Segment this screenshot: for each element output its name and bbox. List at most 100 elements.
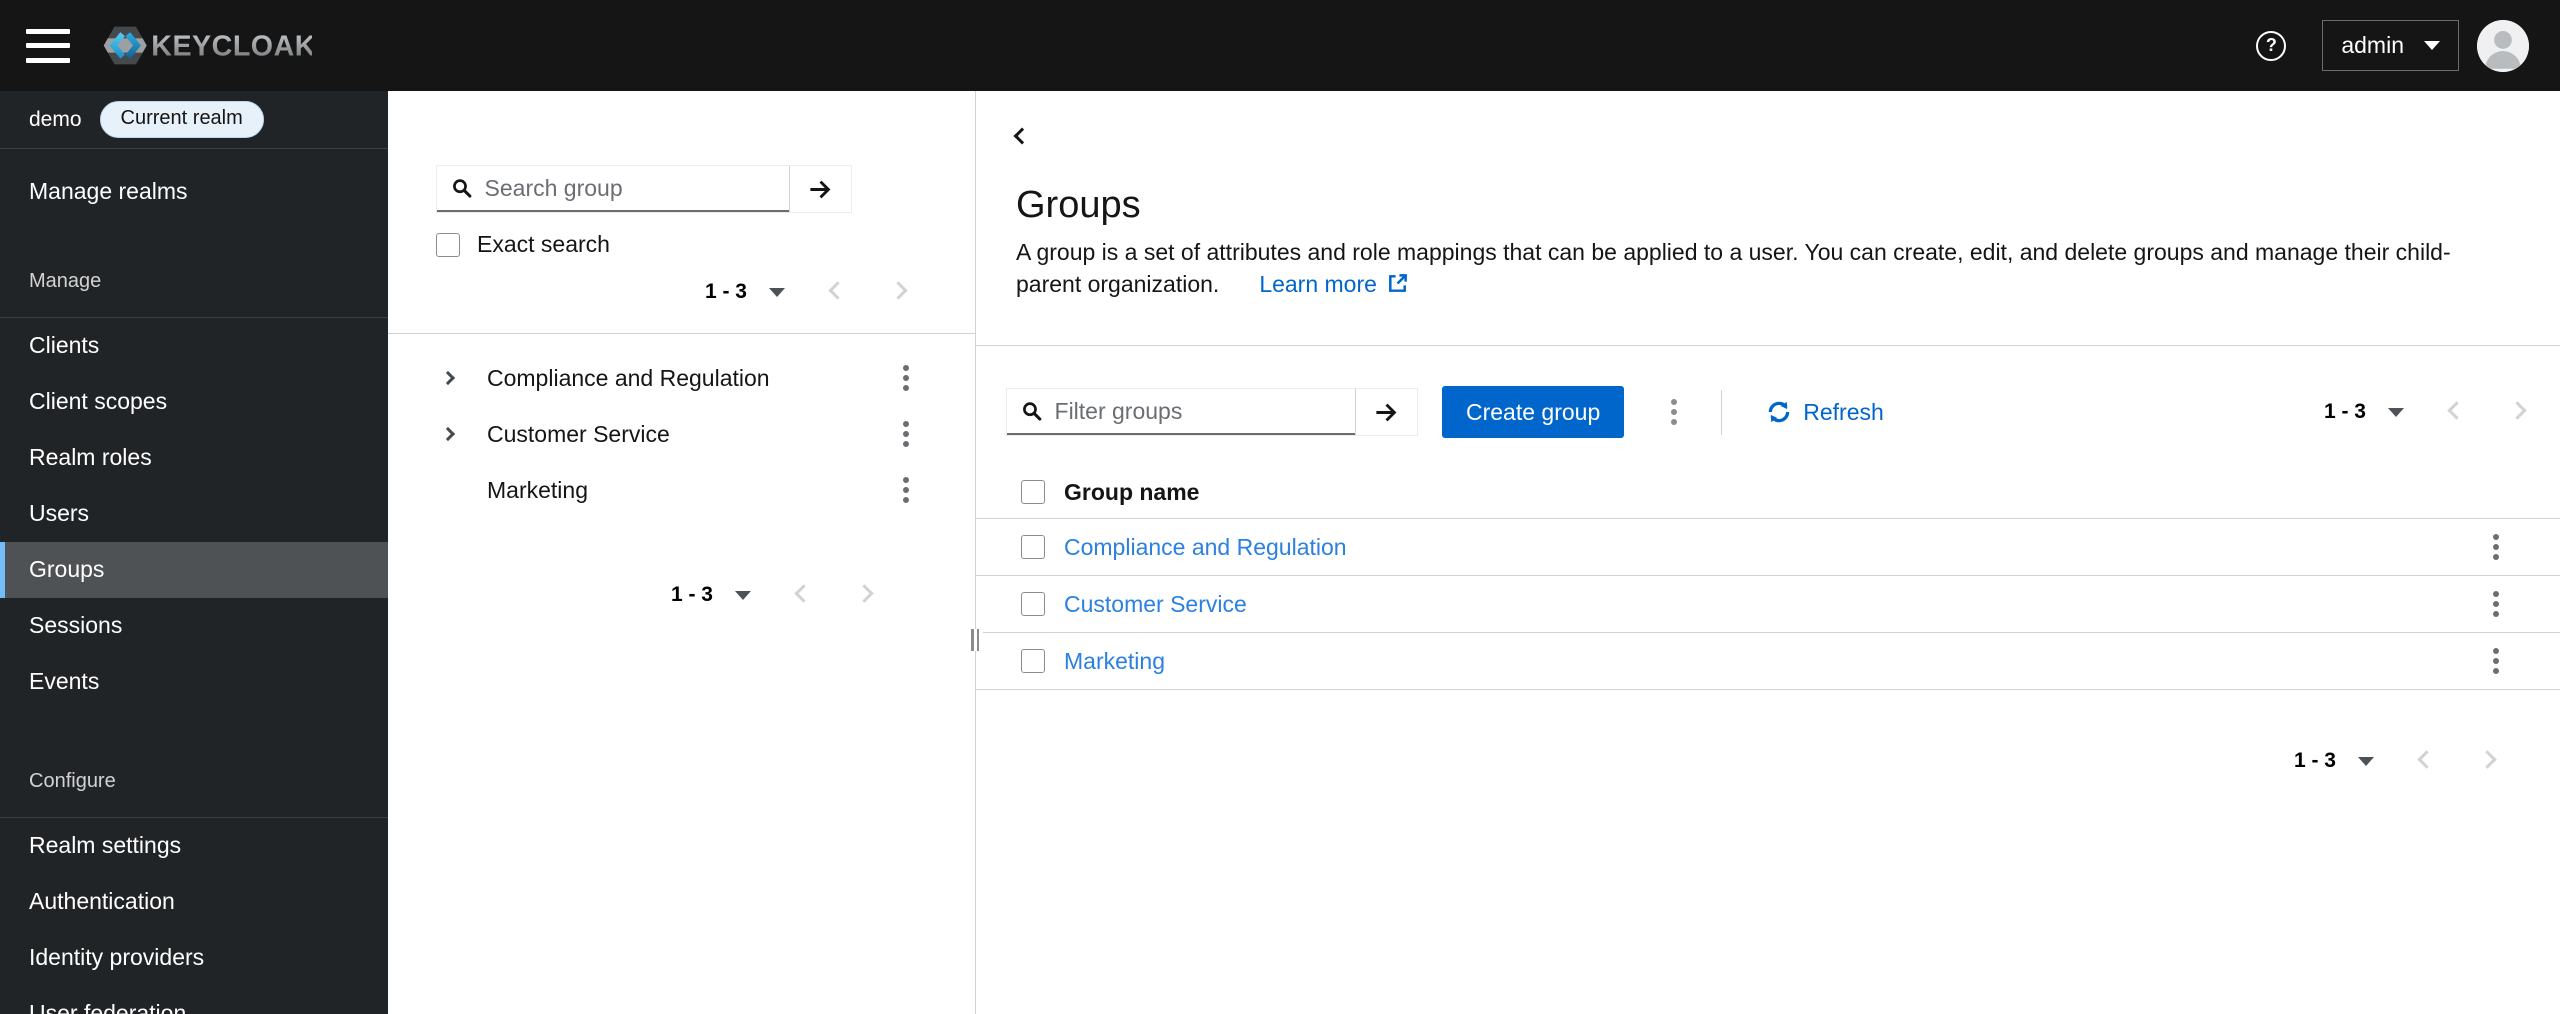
collapse-panel-button[interactable] — [1011, 126, 1033, 148]
group-tree-panel: Exact search 1 - 3 Compliance and Regula… — [388, 91, 983, 1014]
sidebar-item-users[interactable]: Users — [0, 486, 388, 542]
kebab-menu-icon[interactable] — [899, 361, 913, 395]
pagination-prev-button[interactable] — [827, 280, 848, 304]
row-checkbox[interactable] — [1021, 535, 1045, 559]
expand-toggle-spacer — [443, 482, 459, 498]
groups-table: Group name Compliance and Regulation Cus… — [976, 466, 2560, 690]
current-realm-badge: Current realm — [99, 101, 264, 138]
row-kebab-menu-icon[interactable] — [2489, 530, 2503, 564]
pagination-next-button[interactable] — [2507, 400, 2528, 424]
learn-more-link[interactable]: Learn more — [1259, 271, 1409, 297]
table-row: Marketing — [976, 633, 2560, 690]
create-group-button[interactable]: Create group — [1442, 386, 1625, 438]
sidebar-item-realm-roles[interactable]: Realm roles — [0, 430, 388, 486]
sidebar-item-authentication[interactable]: Authentication — [0, 874, 388, 930]
pagination-toggle[interactable]: 1 - 3 — [671, 583, 751, 607]
filter-submit-button[interactable] — [1355, 389, 1417, 435]
main-panel: Groups A group is a set of attributes an… — [976, 91, 2560, 1014]
sidebar-item-manage-realms[interactable]: Manage realms — [0, 164, 388, 220]
nav-section-manage-label: Manage — [29, 270, 102, 292]
keycloak-logo-image: KEYCLOAK — [103, 26, 312, 64]
search-icon — [1023, 402, 1042, 421]
tree-item-marketing[interactable]: Marketing — [388, 462, 975, 518]
chevron-right-icon — [2478, 750, 2497, 769]
tree-item-label: Customer Service — [487, 420, 670, 447]
refresh-icon — [1768, 401, 1790, 423]
sidebar-item-sessions[interactable]: Sessions — [0, 598, 388, 654]
panel-resize-handle[interactable] — [967, 629, 983, 651]
chevron-right-icon — [440, 426, 456, 442]
sidebar-item-client-scopes[interactable]: Client scopes — [0, 374, 388, 430]
search-submit-button[interactable] — [789, 166, 851, 212]
caret-down-icon — [769, 287, 785, 297]
chevron-right-icon — [889, 281, 908, 300]
realm-name: demo — [29, 107, 82, 131]
refresh-button[interactable]: Refresh — [1766, 399, 1884, 426]
pagination-next-button[interactable] — [888, 280, 909, 304]
sidebar-item-user-federation[interactable]: User federation — [0, 986, 388, 1014]
tree-pagination-bottom: 1 - 3 — [388, 575, 975, 615]
pagination-prev-button[interactable] — [2446, 400, 2467, 424]
row-checkbox[interactable] — [1021, 649, 1045, 673]
exact-search-checkbox[interactable] — [436, 232, 460, 257]
expand-toggle[interactable] — [440, 370, 459, 386]
pagination-range: 1 - 3 — [2323, 400, 2366, 423]
toolbar-divider — [1721, 389, 1723, 435]
kebab-menu-icon[interactable] — [899, 473, 913, 507]
arrow-right-icon — [1376, 403, 1397, 421]
group-link-marketing[interactable]: Marketing — [1064, 648, 1165, 674]
chevron-right-icon — [440, 370, 456, 386]
pagination-toggle[interactable]: 1 - 3 — [2294, 749, 2374, 773]
filter-groups-input[interactable] — [1054, 397, 1345, 425]
expand-toggle[interactable] — [440, 426, 459, 442]
user-menu-dropdown[interactable]: admin — [2322, 20, 2459, 71]
masthead: KEYCLOAK ? admin — [0, 0, 2560, 91]
search-icon — [453, 179, 472, 198]
row-kebab-menu-icon[interactable] — [2489, 587, 2503, 621]
page-description: A group is a set of attributes and role … — [1016, 236, 2494, 303]
arrow-right-icon — [810, 180, 831, 198]
sidebar-item-groups[interactable]: Groups — [0, 542, 388, 598]
exact-search-label: Exact search — [477, 231, 610, 257]
chevron-left-icon — [2447, 401, 2466, 420]
table-pagination-top: 1 - 3 — [2324, 392, 2528, 432]
current-realm-row[interactable]: demo Current realm — [0, 91, 388, 148]
sidebar-item-identity-providers[interactable]: Identity providers — [0, 930, 388, 986]
caret-down-icon — [2388, 407, 2404, 417]
pagination-range: 1 - 3 — [2293, 749, 2336, 772]
group-link-customer-service[interactable]: Customer Service — [1064, 591, 1247, 617]
hamburger-menu-icon[interactable] — [26, 28, 70, 63]
chevron-left-icon — [2417, 750, 2436, 769]
pagination-range: 1 - 3 — [670, 583, 713, 606]
pagination-toggle[interactable]: 1 - 3 — [705, 280, 785, 304]
table-header-row: Group name — [976, 466, 2560, 519]
keycloak-logo[interactable]: KEYCLOAK — [102, 23, 312, 69]
sidebar-item-events[interactable]: Events — [0, 654, 388, 710]
pagination-prev-button[interactable] — [793, 583, 814, 607]
row-checkbox[interactable] — [1021, 592, 1045, 616]
search-group-input[interactable] — [484, 174, 779, 202]
chevron-right-icon — [855, 584, 874, 603]
tree-item-compliance-and-regulation[interactable]: Compliance and Regulation — [388, 350, 975, 406]
table-pagination-bottom: 1 - 3 — [976, 741, 2560, 781]
pagination-next-button[interactable] — [2477, 749, 2498, 773]
sidebar-item-realm-settings[interactable]: Realm settings — [0, 818, 388, 874]
pagination-range: 1 - 3 — [704, 280, 747, 303]
svg-text:KEYCLOAK: KEYCLOAK — [151, 30, 312, 62]
tree-item-customer-service[interactable]: Customer Service — [388, 406, 975, 462]
toolbar-kebab-menu-icon[interactable] — [1667, 395, 1681, 429]
pagination-next-button[interactable] — [854, 583, 875, 607]
row-kebab-menu-icon[interactable] — [2489, 644, 2503, 678]
sidebar-item-clients[interactable]: Clients — [0, 318, 388, 374]
help-icon[interactable]: ? — [2256, 30, 2287, 61]
user-avatar[interactable] — [2477, 19, 2529, 72]
chevron-left-icon — [828, 281, 847, 300]
refresh-label: Refresh — [1803, 398, 1884, 425]
select-all-checkbox[interactable] — [1021, 480, 1045, 504]
pagination-prev-button[interactable] — [2416, 749, 2437, 773]
pagination-toggle[interactable]: 1 - 3 — [2324, 400, 2404, 424]
group-link-compliance-and-regulation[interactable]: Compliance and Regulation — [1064, 534, 1347, 560]
username-label: admin — [2341, 32, 2404, 58]
kebab-menu-icon[interactable] — [899, 417, 913, 451]
table-row: Compliance and Regulation — [976, 519, 2560, 576]
